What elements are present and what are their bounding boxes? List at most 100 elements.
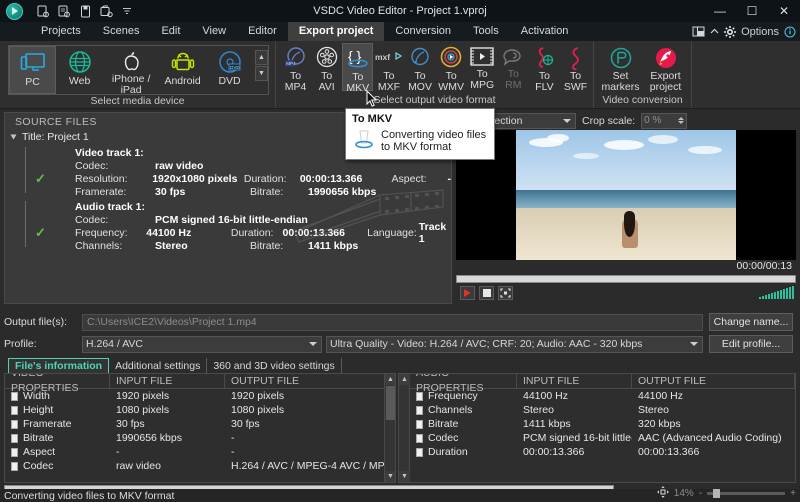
scroll-down-icon[interactable]: ▼: [385, 471, 395, 482]
menu-item-edit[interactable]: Edit: [150, 22, 191, 41]
file-icon: [416, 447, 423, 457]
chevron-down-icon[interactable]: [563, 118, 571, 123]
ribbon-label-dvd: DVD: [218, 75, 241, 87]
film-strip-decoration: [285, 185, 445, 246]
video-properties-scrollbar[interactable]: ▲ ▼: [384, 374, 395, 482]
gear-icon[interactable]: [724, 25, 737, 38]
scroll-up-icon[interactable]: ▲: [399, 374, 410, 385]
menu-item-tools[interactable]: Tools: [462, 22, 510, 41]
play-button[interactable]: [460, 286, 475, 300]
stop-button[interactable]: [479, 286, 494, 300]
table-row[interactable]: Channels Stereo Stereo: [399, 403, 795, 417]
preview-panel[interactable]: [456, 130, 796, 260]
ribbon-button-export-project[interactable]: Export project: [643, 43, 688, 93]
ribbon-label-web: Web: [68, 75, 91, 87]
chevron-up-icon[interactable]: [710, 28, 719, 35]
ribbon-button-pc[interactable]: PC: [9, 46, 57, 94]
profile-combobox[interactable]: H.264 / AVC: [82, 335, 322, 353]
ribbon-button-android[interactable]: Android: [159, 46, 206, 94]
zoom-slider[interactable]: [707, 489, 786, 498]
save-project-icon[interactable]: [76, 2, 94, 20]
ribbon-button-to-mkv[interactable]: { } To MKV: [342, 43, 374, 94]
audio-codec-label: Codec:: [75, 213, 109, 226]
menu-item-activation[interactable]: Activation: [510, 22, 580, 41]
chevron-down-icon[interactable]: [10, 134, 17, 140]
open-project-icon[interactable]: [55, 2, 73, 20]
table-row[interactable]: Framerate 30 fps 30 fps: [5, 417, 395, 431]
fit-to-screen-icon[interactable]: [656, 486, 669, 501]
export-project-icon[interactable]: [97, 2, 115, 20]
audio-properties-scrollbar[interactable]: ▲ ▼: [399, 374, 410, 482]
chevron-down-icon[interactable]: [309, 342, 317, 346]
tab-360-3d-video-settings[interactable]: 360 and 3D video settings: [207, 358, 342, 373]
output-file-input[interactable]: C:\Users\ICE2\Videos\Project 1.mp4: [82, 313, 703, 331]
tab-files-information[interactable]: File's information: [8, 358, 110, 373]
scroll-up-icon[interactable]: ▲: [385, 374, 395, 385]
cell: 30 fps: [231, 418, 260, 430]
audio-track-enabled-check[interactable]: ✓: [35, 225, 46, 241]
menu-item-editor[interactable]: Editor: [237, 22, 288, 41]
fullscreen-button[interactable]: [498, 286, 513, 300]
ribbon-button-web[interactable]: Web: [56, 46, 103, 94]
ribbon-button-iphone-ipad[interactable]: iPhone / iPad: [103, 46, 159, 96]
audio-properties-table: AUDIO PROPERTIES INPUT FILE OUTPUT FILE …: [398, 373, 796, 483]
ribbon-button-to-mov[interactable]: To MOV: [404, 43, 435, 93]
table-row[interactable]: Codec raw video H.264 / AVC / MPEG-4 AVC…: [5, 459, 395, 473]
profile-detail-combobox[interactable]: Ultra Quality - Video: H.264 / AVC; CRF:…: [326, 335, 703, 353]
change-name-button[interactable]: Change name...: [709, 313, 793, 331]
edit-profile-button[interactable]: Edit profile...: [709, 335, 793, 353]
volume-meter[interactable]: [759, 286, 794, 299]
table-row[interactable]: Aspect - -: [5, 445, 395, 459]
file-icon: [11, 405, 18, 415]
crop-scale-spinner[interactable]: 0 %: [641, 112, 688, 129]
zoom-in-button[interactable]: +: [790, 488, 796, 499]
ribbon-button-to-swf[interactable]: To SWF: [560, 43, 591, 93]
menu-item-view[interactable]: View: [191, 22, 237, 41]
cell: PCM signed 16-bit little-end...: [523, 432, 632, 444]
scroll-down-button[interactable]: ▼: [255, 66, 268, 81]
chevron-down-icon[interactable]: [690, 342, 698, 346]
video-duration-value: 00:00:13.366: [299, 172, 363, 185]
crop-scale-arrows[interactable]: [678, 117, 685, 124]
ribbon-button-set-markers[interactable]: Set markers: [598, 43, 643, 93]
minimize-button[interactable]: —: [704, 0, 736, 22]
menu-item-conversion[interactable]: Conversion: [384, 22, 462, 41]
app-logo-button[interactable]: [0, 0, 28, 22]
ribbon-button-to-wmv[interactable]: To WMV: [436, 43, 467, 93]
scroll-down-icon[interactable]: ▼: [399, 471, 410, 482]
zoom-out-button[interactable]: -: [699, 488, 702, 499]
close-button[interactable]: ✕: [768, 0, 800, 22]
ribbon-button-to-flv[interactable]: To FLV: [529, 43, 560, 93]
ribbon-button-to-avi[interactable]: To AVI: [311, 43, 342, 93]
seek-slider[interactable]: [456, 275, 796, 283]
scrollbar-thumb[interactable]: [386, 386, 395, 420]
table-row[interactable]: Codec PCM signed 16-bit little-end... AA…: [399, 431, 795, 445]
customize-quick-access-icon[interactable]: [118, 2, 136, 20]
ribbon-button-to-mp4[interactable]: MP4 To MP4: [280, 43, 311, 93]
menu-item-scenes[interactable]: Scenes: [92, 22, 151, 41]
project-title: Title: Project 1: [22, 131, 89, 143]
menu-item-export-project[interactable]: Export project: [287, 22, 385, 41]
tab-additional-settings[interactable]: Additional settings: [109, 358, 208, 373]
maximize-button[interactable]: ☐: [736, 0, 768, 22]
table-row[interactable]: Bitrate 1411 kbps 320 kbps: [399, 417, 795, 431]
ribbon-button-dvd[interactable]: DVD DVD: [206, 46, 253, 94]
ribbon-button-to-rm[interactable]: To RM: [498, 43, 529, 91]
file-icon: [11, 461, 18, 471]
video-track-enabled-check[interactable]: ✓: [35, 171, 46, 187]
zoom-slider-thumb[interactable]: [713, 489, 721, 498]
table-row[interactable]: Height 1080 pixels 1080 pixels: [5, 403, 395, 417]
scroll-up-button[interactable]: ▲: [255, 50, 268, 65]
info-circle-icon[interactable]: [784, 26, 796, 38]
table-row[interactable]: Width 1920 pixels 1920 pixels: [5, 389, 395, 403]
options-label[interactable]: Options: [741, 26, 779, 38]
layout-icon[interactable]: [692, 26, 705, 37]
table-row[interactable]: Duration 00:00:13.366 00:00:13.366: [399, 445, 795, 459]
media-device-scroll[interactable]: ▲ ▼: [255, 46, 268, 81]
ribbon-button-to-mxf[interactable]: mxf To MXF: [373, 43, 404, 93]
new-project-icon[interactable]: [34, 2, 52, 20]
table-row[interactable]: Bitrate 1990656 kbps -: [5, 431, 395, 445]
ribbon-button-to-mpg[interactable]: To MPG: [467, 43, 498, 91]
table-row[interactable]: Frequency 44100 Hz 44100 Hz: [399, 389, 795, 403]
menu-item-projects[interactable]: Projects: [30, 22, 92, 41]
